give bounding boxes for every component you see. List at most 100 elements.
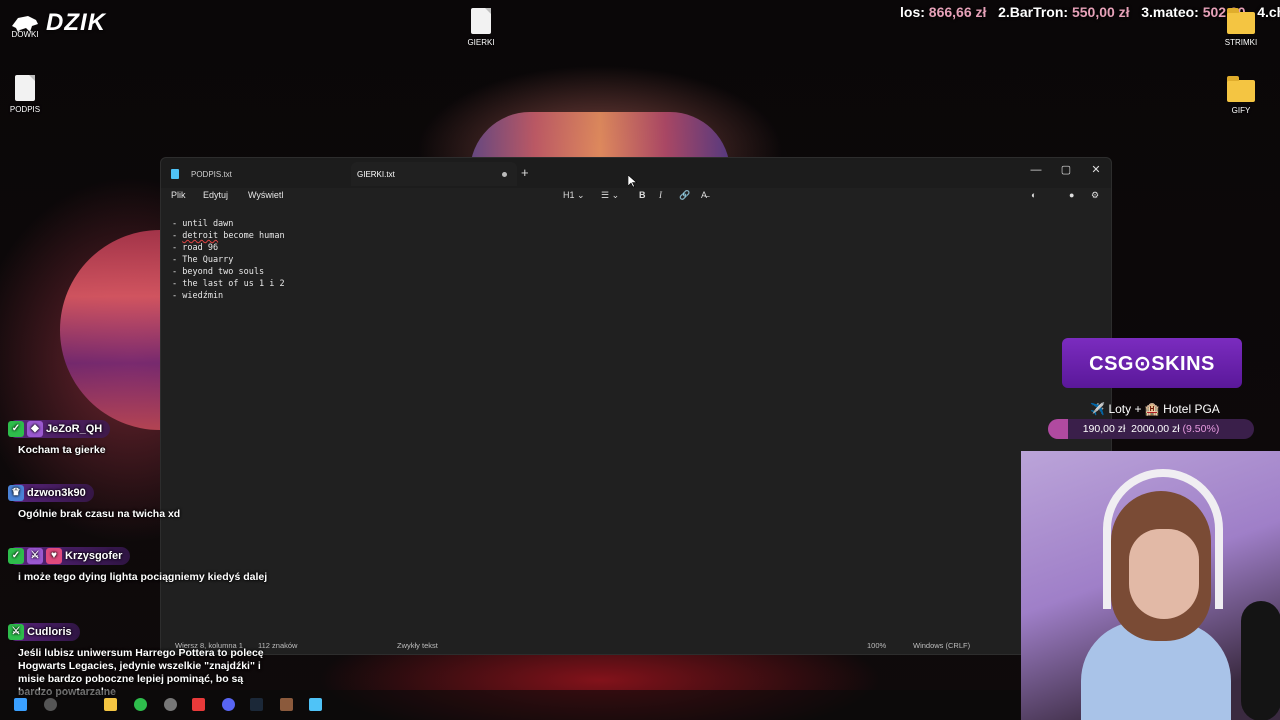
heart-badge-icon: ♥: [46, 548, 62, 564]
desktop-icon-label: GIERKI: [467, 38, 495, 47]
minimize-button[interactable]: —: [1021, 161, 1051, 179]
notepad-window: PODPIS.txt GIERKI.txt + — ▢ ✕ Plik Edytu…: [160, 157, 1112, 655]
discord-icon[interactable]: [222, 698, 235, 711]
chat-username: Krzysgofer: [65, 550, 123, 562]
menu-plik[interactable]: Plik: [171, 190, 186, 200]
bold-button[interactable]: B: [639, 190, 646, 200]
text-file-icon: [471, 8, 491, 34]
heading-label: H1: [563, 190, 575, 200]
spotify-icon[interactable]: [134, 698, 147, 711]
text-file-icon: [15, 75, 35, 101]
text-format[interactable]: Zwykły tekst: [397, 641, 438, 650]
sword-badge-icon: ⚔: [8, 624, 24, 640]
tab-gierki[interactable]: GIERKI.txt: [351, 162, 517, 186]
maximize-button[interactable]: ▢: [1051, 161, 1081, 179]
taskbar: [0, 690, 1020, 720]
desktop-icon-strimki[interactable]: STRIMKI: [1211, 8, 1271, 47]
goal-target: 2000,00 zł: [1131, 423, 1180, 435]
link-button[interactable]: 🔗: [679, 190, 690, 201]
chat-username-bar: ✓ ⚔ ♥ Krzysgofer: [8, 547, 131, 565]
line-ending[interactable]: Windows (CRLF): [913, 641, 970, 650]
sword-badge-icon: ⚔: [27, 548, 43, 564]
folder-icon: [1227, 8, 1255, 34]
game-icon[interactable]: [280, 698, 293, 711]
editor-line: - until dawn: [172, 219, 234, 229]
ticker-value: 550,00 zł: [1071, 4, 1130, 20]
ticker-prefix: 2.BarTron:: [998, 4, 1072, 20]
goal-progress-bar: 190,00 zł 2000,00 zł (9.50%): [1048, 419, 1254, 439]
pointer-icon: [627, 174, 638, 188]
menu-edytuj[interactable]: Edytuj: [203, 190, 228, 200]
menu-bar: Plik Edytuj Wyświetl H1 ⌄ ☰ ⌄ B I 🔗 A̶ ◐…: [161, 188, 1111, 204]
tab-label: GIERKI.txt: [357, 169, 395, 179]
chat-username-bar: ⚔ Cudloris: [8, 623, 80, 641]
desktop-icon-label: DOWKI: [11, 30, 39, 39]
desktop-icon-gify[interactable]: GIFY: [1211, 76, 1271, 115]
ticker-value: 866,66 zł: [928, 4, 987, 20]
goal-title: ✈️ Loty + 🏨 Hotel PGA: [1090, 402, 1220, 416]
desktop-icon-podpis[interactable]: PODPIS: [0, 75, 55, 114]
desktop-icon-label: PODPIS: [9, 105, 41, 114]
editor-line: - The Quarry: [172, 255, 234, 265]
list-icon: ☰: [601, 190, 610, 200]
file-explorer-icon[interactable]: [104, 698, 117, 711]
editor-line: - beyond two souls: [172, 267, 265, 277]
notepad-icon: [171, 169, 179, 179]
chevron-down-icon: ⌄: [611, 190, 620, 200]
account-icon[interactable]: ●: [1069, 190, 1074, 200]
chat-username: Cudloris: [27, 626, 72, 638]
chat-username: dzwon3k90: [27, 487, 86, 499]
text-editor[interactable]: - until dawn - detroit become human - ro…: [172, 218, 285, 302]
zoom-level[interactable]: 100%: [867, 641, 886, 650]
notepad-taskbar-icon[interactable]: [309, 698, 322, 711]
checkmark-badge-icon: ✓: [8, 421, 24, 437]
status-bar: Wiersz 8, kolumna 1 112 znaków Zwykły te…: [161, 636, 1111, 654]
desktop-icon-label: STRIMKI: [1224, 38, 1258, 47]
unsaved-dot-icon: [502, 171, 507, 177]
microphone-icon: [1241, 601, 1280, 720]
settings-gear-icon[interactable]: ⚙: [1091, 190, 1099, 201]
steam-icon[interactable]: [250, 698, 263, 711]
menu-wyswietl[interactable]: Wyświetl: [248, 190, 283, 200]
obs-icon[interactable]: [192, 698, 205, 711]
diamond-badge-icon: ◆: [27, 421, 43, 437]
sponsor-brand: CSG⊙SKINS: [1089, 352, 1215, 375]
close-button[interactable]: ✕: [1081, 161, 1111, 179]
chevron-down-icon: ⌄: [577, 190, 585, 200]
goal-current: 190,00 zł: [1082, 423, 1126, 435]
chat-username-bar: ♛ dzwon3k90: [8, 484, 94, 502]
tab-label: PODPIS.txt: [191, 169, 232, 179]
chat-text: Ogólnie brak czasu na twicha xd: [18, 508, 181, 520]
italic-button[interactable]: I: [659, 190, 662, 200]
logo-text: DZIK: [46, 9, 106, 36]
desktop-icon-gierki[interactable]: GIERKI: [451, 8, 511, 47]
headset-icon: [1103, 469, 1223, 609]
tab-podpis[interactable]: PODPIS.txt: [171, 162, 351, 186]
chat-text: i może tego dying lighta pociągniemy kie…: [18, 571, 268, 583]
editor-line: - the last of us 1 i 2: [172, 279, 285, 289]
clear-format-button[interactable]: A̶: [701, 190, 707, 200]
goal-progress-text: 190,00 zł 2000,00 zł (9.50%): [1048, 419, 1254, 439]
app-icon[interactable]: [164, 698, 177, 711]
new-tab-button[interactable]: +: [521, 165, 529, 180]
chat-message: ⚔ Cudloris Jeśli lubisz uniwersum Harreg…: [8, 623, 268, 699]
chat-message: ✓ ◆ JeZoR_QH Kocham ta gierke: [8, 420, 268, 457]
chat-username: JeZoR_QH: [46, 423, 103, 435]
copilot-icon[interactable]: ◐: [1031, 190, 1036, 200]
desktop-icon-dowki[interactable]: DOWKI: [0, 30, 55, 39]
webcam-feed: [1021, 451, 1280, 720]
editor-line: - detroit become human: [172, 231, 285, 241]
ticker-prefix: 3.mateo:: [1141, 4, 1203, 20]
search-icon[interactable]: [44, 698, 57, 711]
chat-message: ✓ ⚔ ♥ Krzysgofer i może tego dying light…: [8, 547, 268, 584]
start-icon[interactable]: [14, 698, 27, 711]
crown-badge-icon: ♛: [8, 485, 24, 501]
list-dropdown[interactable]: ☰ ⌄: [601, 190, 619, 201]
heading-dropdown[interactable]: H1 ⌄: [563, 190, 585, 201]
chat-username-bar: ✓ ◆ JeZoR_QH: [8, 420, 111, 438]
editor-line: - road 96: [172, 243, 219, 253]
checkmark-badge-icon: ✓: [8, 548, 24, 564]
chat-text: Kocham ta gierke: [18, 444, 106, 456]
editor-line: - wiedźmin: [172, 291, 224, 301]
sponsor-banner: CSG⊙SKINS: [1062, 338, 1242, 388]
